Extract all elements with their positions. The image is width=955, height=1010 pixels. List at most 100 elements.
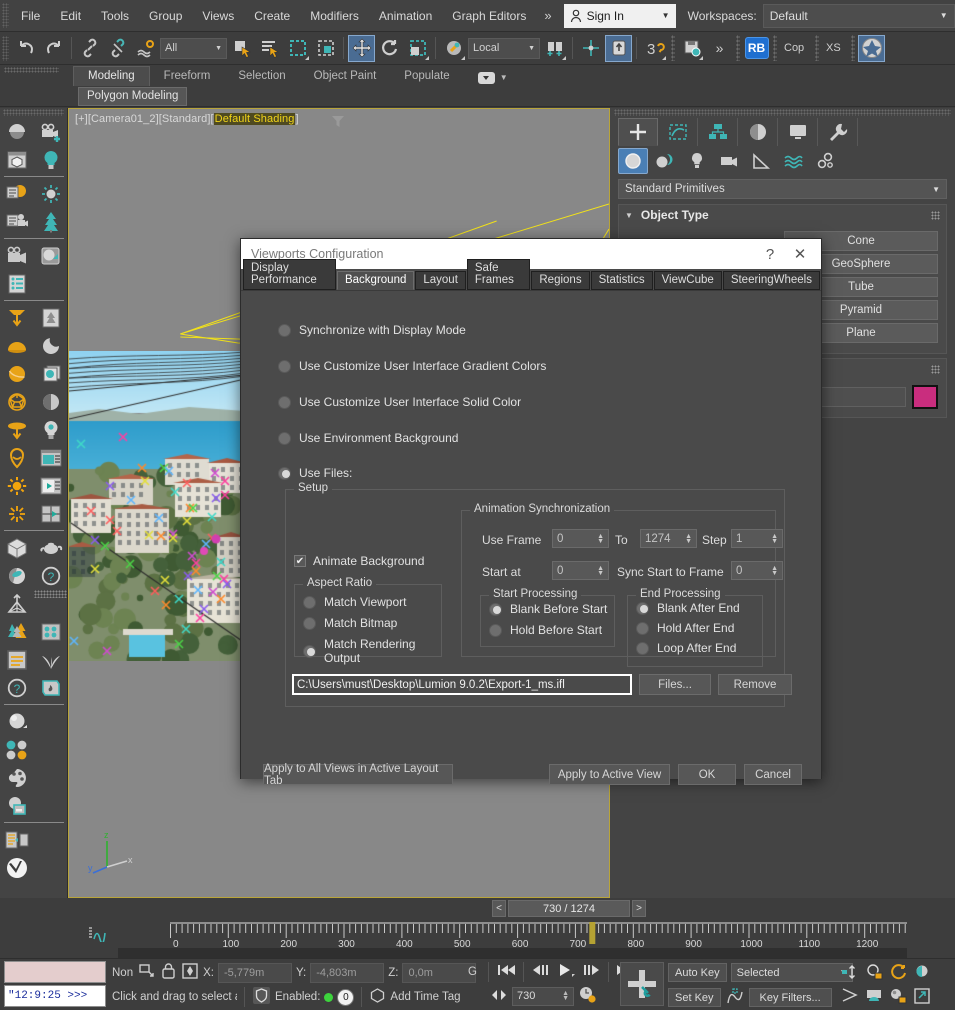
select-by-name-icon[interactable]	[256, 35, 283, 62]
enabled-count-badge[interactable]: 0	[337, 989, 354, 1006]
tree-page-icon[interactable]	[34, 304, 68, 332]
key-mode-select[interactable]: Selected ▼	[731, 963, 853, 982]
layer-manager-icon[interactable]	[678, 35, 705, 62]
background-file-path-input[interactable]: C:\Users\must\Desktop\Lumion 9.0.2\Expor…	[292, 674, 632, 695]
helpers-icon[interactable]	[746, 148, 776, 174]
adaptive-degradation-icon[interactable]	[252, 986, 271, 1008]
z-coordinate-field[interactable]: 0,0m	[402, 963, 476, 983]
radio-button-icon[interactable]	[303, 596, 316, 609]
render-to-texture-icon[interactable]	[0, 826, 34, 854]
tab-steeringwheels[interactable]: SteeringWheels	[723, 271, 820, 290]
radio-button-icon[interactable]	[278, 396, 291, 409]
orbit-camera-icon[interactable]	[888, 987, 908, 1008]
chevron-down-icon[interactable]: ▼	[500, 73, 508, 82]
shaded-sphere-icon[interactable]	[34, 388, 68, 416]
sign-in-button[interactable]: Sign In ▼	[564, 4, 676, 28]
zoom-icon[interactable]	[840, 963, 860, 984]
ribbon-tab-object-paint[interactable]: Object Paint	[300, 67, 391, 86]
step-field[interactable]: 1 ▲ ▼	[731, 529, 783, 548]
forest-pack-icon[interactable]	[0, 618, 34, 646]
radio-blank-before-start[interactable]: Blank Before Start	[489, 602, 607, 616]
checkbox-icon[interactable]: ✔	[294, 555, 306, 567]
files-button[interactable]: Files...	[639, 674, 711, 695]
menu-modifiers[interactable]: Modifiers	[300, 4, 369, 28]
hierarchy-tab[interactable]	[698, 118, 738, 146]
rollout-drag-handle[interactable]	[931, 365, 940, 374]
radio-match-viewport[interactable]: Match Viewport	[303, 595, 406, 609]
select-object-icon[interactable]	[228, 35, 255, 62]
spinner-icon[interactable]: ▲ ▼	[685, 534, 692, 544]
orbit-icon[interactable]	[888, 963, 908, 984]
display-tab[interactable]	[778, 118, 818, 146]
workspace-select[interactable]: Default ▼	[763, 4, 955, 28]
chevron-down-icon[interactable]: ▼	[662, 11, 670, 20]
window-crossing-toggle-icon[interactable]	[312, 35, 339, 62]
radio-button-icon[interactable]	[278, 324, 291, 337]
lock-selection-icon[interactable]	[160, 962, 177, 983]
tab-background[interactable]: Background	[337, 271, 414, 290]
chevron-down-icon[interactable]: ▼	[932, 185, 940, 194]
tab-regions[interactable]: Regions	[531, 271, 589, 290]
walk-through-icon[interactable]	[864, 987, 884, 1008]
radio-environment-background[interactable]: Use Environment Background	[278, 431, 458, 445]
zoom-all-icon[interactable]	[864, 963, 884, 984]
geometry-icon[interactable]	[618, 148, 648, 174]
select-and-rotate-icon[interactable]	[376, 35, 403, 62]
radio-match-rendering-output[interactable]: Match Rendering Output	[303, 637, 441, 665]
primitive-category-select[interactable]: Standard Primitives ▼	[618, 179, 947, 199]
tree-teal-icon[interactable]	[34, 208, 68, 236]
maximize-viewport-icon[interactable]	[912, 987, 932, 1008]
scene-explorer-icon[interactable]	[858, 35, 885, 62]
x-coordinate-field[interactable]: -5,779m	[218, 963, 292, 983]
radio-use-files[interactable]: Use Files:	[278, 466, 352, 480]
scene-list-icon[interactable]	[0, 270, 34, 298]
material-sphere-teal-icon[interactable]	[34, 242, 68, 270]
ribbon-minimize-dropdown[interactable]: ▼	[464, 68, 522, 86]
object-type-header[interactable]: ▼ Object Type	[619, 205, 946, 225]
help-circle-icon[interactable]: ?	[34, 562, 68, 590]
motion-tab[interactable]	[738, 118, 778, 146]
apply-to-all-views-button[interactable]: Apply to All Views in Active Layout Tab	[263, 764, 453, 785]
frame-spinner[interactable]: ▲ ▼	[562, 991, 569, 1001]
radio-match-bitmap[interactable]: Match Bitmap	[303, 616, 397, 630]
rollout-drag-handle[interactable]	[931, 211, 940, 220]
radio-hold-before-start[interactable]: Hold Before Start	[489, 623, 602, 637]
radio-button-icon[interactable]	[278, 467, 291, 480]
teapot-object-icon[interactable]	[34, 534, 68, 562]
radio-ui-gradient-colors[interactable]: Use Customize User Interface Gradient Co…	[278, 359, 546, 373]
menu-overflow-icon[interactable]: »	[536, 3, 559, 28]
menu-group[interactable]: Group	[139, 4, 192, 28]
use-frame-field[interactable]: 0 ▲ ▼	[552, 529, 609, 548]
previous-frame-icon[interactable]	[531, 962, 551, 981]
unlink-selection-icon[interactable]	[104, 35, 131, 62]
material-ball-flyout-icon[interactable]	[0, 708, 34, 736]
chevron-down-icon[interactable]: ▼	[940, 11, 948, 20]
bind-to-space-warp-icon[interactable]	[132, 35, 159, 62]
radio-button-icon[interactable]	[303, 617, 316, 630]
play-panel-icon[interactable]	[34, 472, 68, 500]
remove-button[interactable]: Remove	[718, 674, 792, 695]
ribbon-tab-populate[interactable]: Populate	[390, 67, 463, 86]
shapes-icon[interactable]	[650, 148, 680, 174]
camera-target-icon[interactable]	[0, 590, 34, 618]
cancel-button[interactable]: Cancel	[744, 764, 802, 785]
geosphere-object-icon[interactable]	[0, 388, 34, 416]
radio-button-icon[interactable]	[636, 642, 649, 655]
add-time-tag-icon[interactable]	[369, 987, 386, 1007]
fire-effect-icon[interactable]	[34, 674, 68, 702]
spinner-icon[interactable]: ▲ ▼	[771, 534, 778, 544]
key-filters-button[interactable]: Key Filters...	[749, 988, 832, 1007]
vray-logo-icon[interactable]	[0, 854, 34, 882]
tab-safe-frames[interactable]: Safe Frames	[467, 259, 530, 290]
material-preview-icon[interactable]	[0, 562, 34, 590]
radio-button-icon[interactable]	[636, 622, 649, 635]
utilities-tab[interactable]	[818, 118, 858, 146]
chevron-down-icon[interactable]: ▼	[215, 45, 222, 52]
cylinder-drop-icon[interactable]	[0, 416, 34, 444]
selection-lock-toggle-icon[interactable]	[137, 962, 156, 983]
note-lines-icon[interactable]	[0, 646, 34, 674]
key-mode-clock-icon[interactable]	[578, 985, 597, 1007]
material-editor-icon[interactable]	[0, 764, 34, 792]
left-toolbar-grip[interactable]	[3, 109, 64, 116]
menu-edit[interactable]: Edit	[50, 4, 91, 28]
